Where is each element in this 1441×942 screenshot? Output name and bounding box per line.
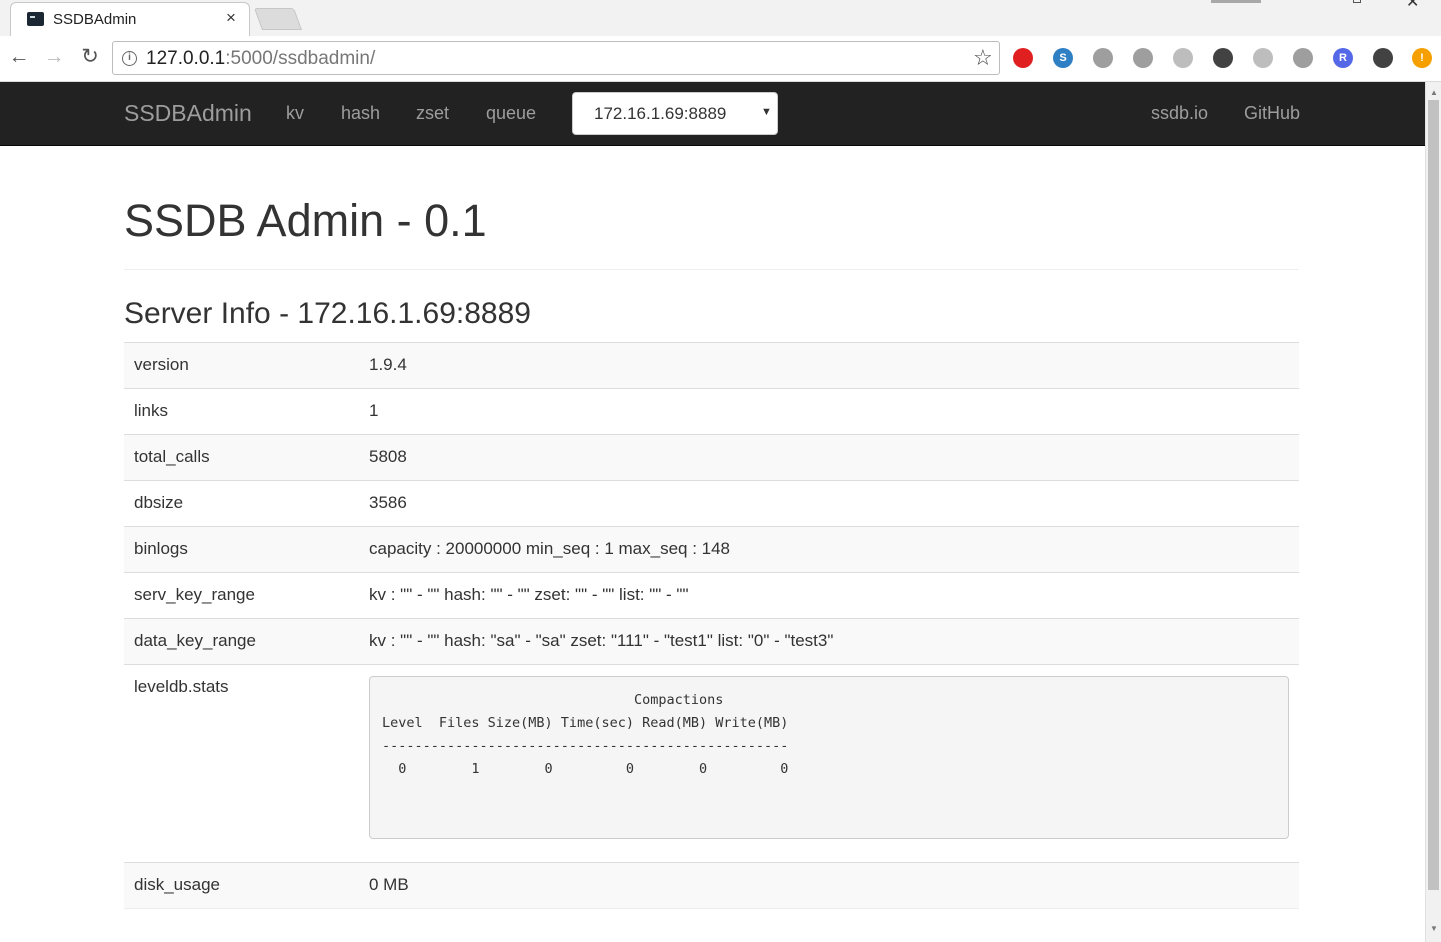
tab-title: SSDBAdmin [53, 11, 137, 28]
bookmark-star-icon[interactable]: ☆ [973, 45, 993, 71]
back-arrow-icon[interactable]: ← [8, 45, 30, 69]
r-extension-icon[interactable]: R [1333, 48, 1353, 68]
shield-extension-icon[interactable] [1253, 48, 1273, 68]
translate-extension-icon[interactable] [1213, 48, 1233, 68]
info-key: serv_key_range [124, 572, 359, 619]
table-row: leveldb.stats Compactions Level Files Si… [124, 664, 1299, 863]
table-row: binlogs capacity : 20000000 min_seq : 1 … [124, 526, 1299, 573]
s-extension-icon[interactable]: S [1053, 48, 1073, 68]
layout-extension-icon[interactable] [1293, 48, 1313, 68]
brand-link[interactable]: SSDBAdmin [124, 100, 252, 127]
info-key: dbsize [124, 480, 359, 527]
info-key: data_key_range [124, 618, 359, 665]
info-key: version [124, 342, 359, 389]
table-row: links 1 [124, 388, 1299, 435]
nav-link-kv[interactable]: kv [286, 103, 304, 124]
scroll-down-icon[interactable]: ▼ [1430, 924, 1438, 933]
nav-link-zset[interactable]: zset [416, 103, 449, 124]
cursor-extension-icon[interactable] [1093, 48, 1113, 68]
info-value: capacity : 20000000 min_seq : 1 max_seq … [359, 526, 1299, 573]
scroll-up-icon[interactable]: ▲ [1430, 88, 1438, 97]
server-select[interactable]: 172.16.1.69:8889 ▼ [572, 92, 778, 135]
section-title: Server Info - 172.16.1.69:8889 [124, 297, 531, 330]
server-info-table: version 1.9.4 links 1 total_calls 5808 d… [124, 342, 1299, 909]
info-value: kv : "" - "" hash: "sa" - "sa" zset: "11… [359, 618, 1299, 665]
site-info-icon[interactable]: i [122, 51, 137, 66]
nav-link-github[interactable]: GitHub [1244, 103, 1300, 124]
page-title: SSDB Admin - 0.1 [124, 195, 487, 246]
table-row: serv_key_range kv : "" - "" hash: "" - "… [124, 572, 1299, 619]
table-row: total_calls 5808 [124, 434, 1299, 481]
dark-extension-icon[interactable] [1373, 48, 1393, 68]
window-minimize-button[interactable] [1211, 0, 1261, 3]
new-tab-button[interactable] [253, 8, 303, 30]
tab-close-icon[interactable]: × [226, 9, 236, 27]
page-scrollbar[interactable]: ▲ ▼ [1425, 82, 1441, 942]
info-value: 1.9.4 [359, 342, 1299, 389]
info-value: kv : "" - "" hash: "" - "" zset: "" - ""… [359, 572, 1299, 619]
table-row: version 1.9.4 [124, 342, 1299, 389]
info-key: disk_usage [124, 862, 359, 909]
info-value: 5808 [359, 434, 1299, 481]
window-close-icon[interactable]: ✕ [1406, 0, 1419, 12]
table-row: data_key_range kv : "" - "" hash: "sa" -… [124, 618, 1299, 665]
window-maximize-button[interactable] [1353, 0, 1361, 3]
swirl-extension-icon[interactable] [1173, 48, 1193, 68]
scrollbar-thumb[interactable] [1428, 100, 1439, 890]
adblock-extension-icon[interactable] [1013, 48, 1033, 68]
circle-extension-icon[interactable] [1133, 48, 1153, 68]
terminal-favicon-icon [27, 12, 44, 26]
caret-down-icon: ▼ [761, 106, 772, 118]
info-key: links [124, 388, 359, 435]
browser-tab-strip: SSDBAdmin × ✕ [0, 0, 1441, 36]
info-value: 3586 [359, 480, 1299, 527]
title-divider [124, 269, 1299, 270]
info-key: leveldb.stats [124, 664, 359, 863]
forward-arrow-icon[interactable]: → [43, 45, 65, 69]
info-value: Compactions Level Files Size(MB) Time(se… [359, 664, 1299, 863]
nav-link-queue[interactable]: queue [486, 103, 536, 124]
nav-link-hash[interactable]: hash [341, 103, 380, 124]
browser-toolbar: ← → ↻ i 127.0.0.1:5000/ssdbadmin/ ☆ S R! [0, 36, 1441, 82]
alert-extension-icon[interactable]: ! [1412, 48, 1432, 68]
info-value: 1 [359, 388, 1299, 435]
table-row: dbsize 3586 [124, 480, 1299, 527]
reload-icon[interactable]: ↻ [79, 45, 101, 69]
address-bar[interactable]: i 127.0.0.1:5000/ssdbadmin/ ☆ [112, 41, 1000, 75]
url-text: 127.0.0.1:5000/ssdbadmin/ [146, 48, 376, 69]
leveldb-stats-block: Compactions Level Files Size(MB) Time(se… [369, 676, 1289, 839]
browser-tab[interactable]: SSDBAdmin × [10, 2, 250, 36]
server-select-value: 172.16.1.69:8889 [594, 104, 727, 123]
nav-link-ssdb-io[interactable]: ssdb.io [1151, 103, 1208, 124]
top-navbar: SSDBAdmin kv hash zset queue 172.16.1.69… [0, 82, 1425, 146]
table-row: disk_usage 0 MB [124, 862, 1299, 909]
info-key: total_calls [124, 434, 359, 481]
info-key: binlogs [124, 526, 359, 573]
info-value: 0 MB [359, 862, 1299, 909]
